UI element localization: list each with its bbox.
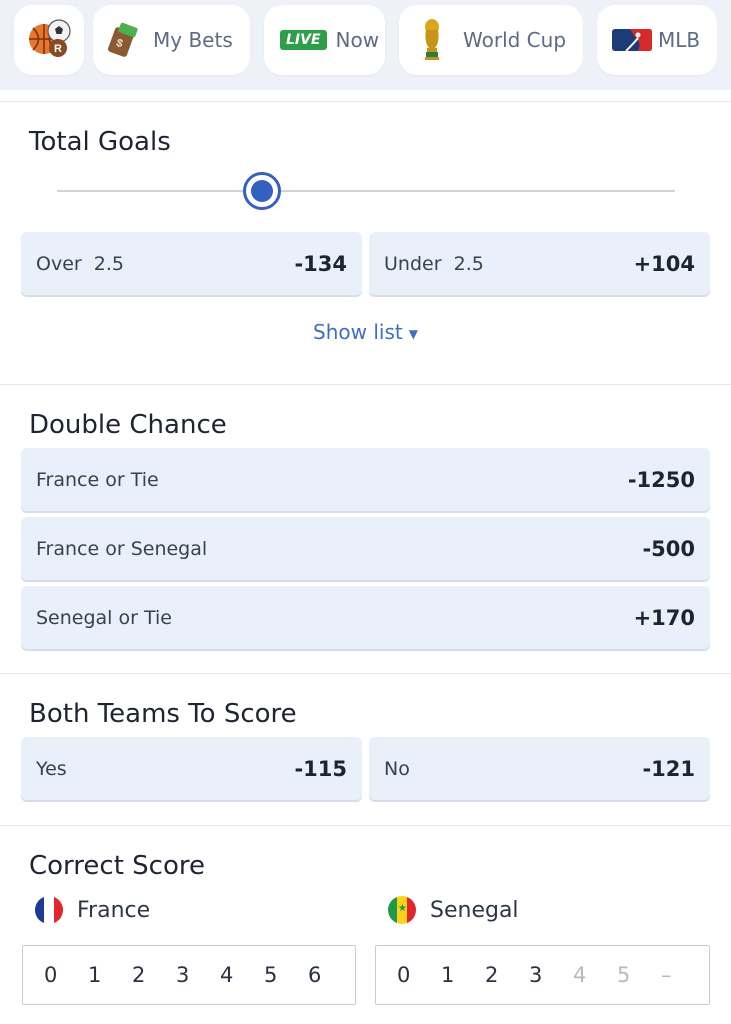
chevron-down-icon: ▼ <box>408 326 418 341</box>
option-price: +170 <box>633 605 695 630</box>
btts-no-price: -121 <box>642 756 695 781</box>
option-price: -500 <box>642 536 695 561</box>
score-option: – <box>661 963 672 987</box>
nav-mlb-button[interactable]: MLB <box>597 5 717 75</box>
home-score-picker[interactable]: 0 1 2 3 4 5 6 <box>22 945 356 1005</box>
option-label: Senegal or Tie <box>36 606 172 629</box>
nav-my-bets-button[interactable]: $ My Bets <box>93 5 250 75</box>
score-option[interactable]: 1 <box>441 963 485 987</box>
total-goals-title: Total Goals <box>29 127 171 157</box>
money-bag-icon: $ <box>105 21 143 59</box>
correct-score-title: Correct Score <box>29 851 205 881</box>
double-chance-option[interactable]: France or Senegal -500 <box>21 517 710 580</box>
show-list-link[interactable]: Show list ▼ <box>0 320 731 344</box>
away-team: ★ Senegal <box>388 895 519 925</box>
double-chance-option[interactable]: France or Tie -1250 <box>21 448 710 511</box>
score-option: 4 <box>573 963 587 987</box>
under-button[interactable]: Under 2.5 +104 <box>369 232 710 295</box>
btts-yes-label: Yes <box>36 757 67 780</box>
divider <box>0 825 731 826</box>
score-option[interactable]: 1 <box>88 963 132 987</box>
senegal-flag-icon: ★ <box>388 896 416 924</box>
btts-no-button[interactable]: No -121 <box>369 737 710 800</box>
option-label: France or Tie <box>36 468 159 491</box>
divider <box>0 101 731 102</box>
option-price: -1250 <box>627 467 695 492</box>
score-option: 5 <box>617 963 631 987</box>
home-team-name: France <box>77 897 151 923</box>
away-score-picker[interactable]: 0 1 2 3 4 5 – <box>375 945 710 1005</box>
btts-yes-price: -115 <box>294 756 347 781</box>
score-option[interactable]: 2 <box>485 963 529 987</box>
nav-live-now-button[interactable]: LIVE Now <box>264 5 385 75</box>
double-chance-option[interactable]: Senegal or Tie +170 <box>21 586 710 649</box>
score-option[interactable]: 0 <box>397 963 441 987</box>
away-team-name: Senegal <box>430 897 519 923</box>
score-option[interactable]: 6 <box>308 963 352 987</box>
total-goals-slider-track[interactable] <box>57 190 675 192</box>
score-option[interactable]: 5 <box>264 963 308 987</box>
mlb-logo-icon <box>612 29 652 51</box>
over-price: -134 <box>294 251 347 276</box>
nav-world-cup-label: World Cup <box>463 28 567 52</box>
home-team: France <box>35 895 150 925</box>
score-option[interactable]: 2 <box>132 963 176 987</box>
nav-my-bets-label: My Bets <box>153 28 233 52</box>
score-option[interactable]: 0 <box>44 963 88 987</box>
sports-ball-icon: R <box>26 15 72 65</box>
btts-title: Both Teams To Score <box>29 699 297 729</box>
trophy-icon <box>421 18 443 62</box>
under-price: +104 <box>633 251 695 276</box>
nav-world-cup-button[interactable]: World Cup <box>399 5 583 75</box>
nav-mlb-label: MLB <box>658 28 701 52</box>
france-flag-icon <box>35 896 63 924</box>
over-button[interactable]: Over 2.5 -134 <box>21 232 362 295</box>
score-option[interactable]: 4 <box>220 963 264 987</box>
score-option[interactable]: 3 <box>529 963 573 987</box>
live-badge-icon: LIVE <box>280 30 327 50</box>
divider <box>0 384 731 385</box>
nav-now-label: Now <box>335 28 380 52</box>
nav-home-button[interactable]: R <box>14 5 84 75</box>
double-chance-title: Double Chance <box>29 410 227 440</box>
under-label: Under 2.5 <box>384 252 484 275</box>
divider <box>0 673 731 674</box>
top-nav: R $ My Bets LIVE Now World Cup MLB <box>0 0 731 90</box>
option-label: France or Senegal <box>36 537 208 560</box>
total-goals-slider-thumb[interactable] <box>243 172 281 210</box>
btts-no-label: No <box>384 757 410 780</box>
btts-yes-button[interactable]: Yes -115 <box>21 737 362 800</box>
over-label: Over 2.5 <box>36 252 125 275</box>
svg-text:R: R <box>54 43 62 55</box>
score-option[interactable]: 3 <box>176 963 220 987</box>
